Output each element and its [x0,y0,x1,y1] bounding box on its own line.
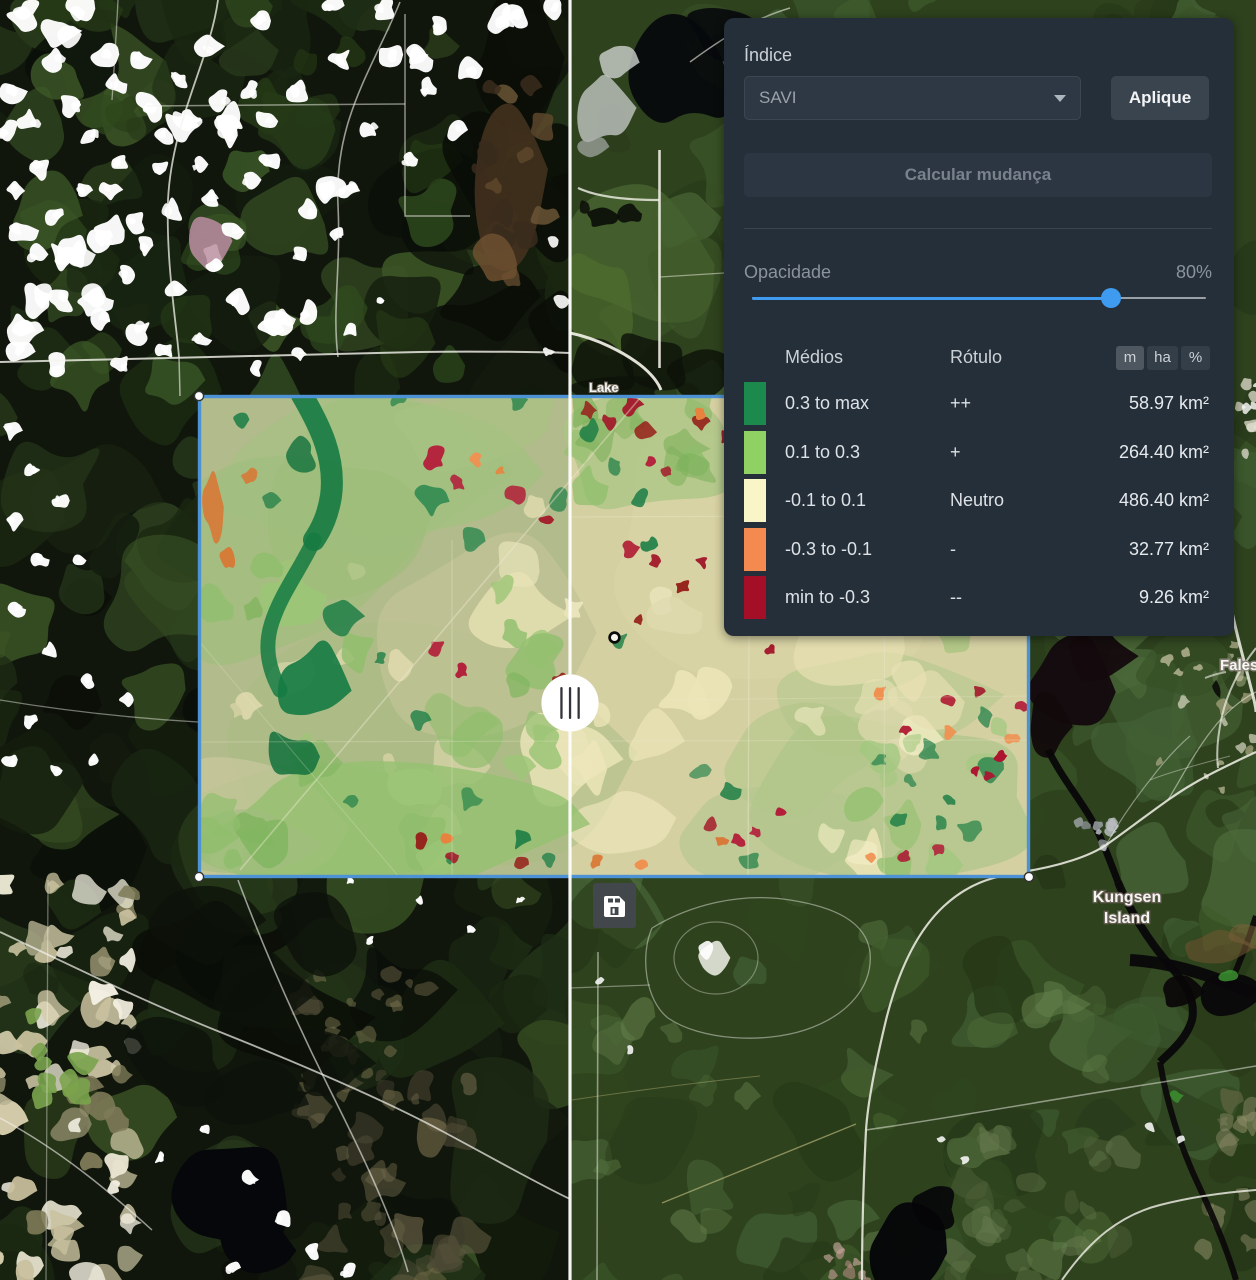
svg-text:Lake: Lake [589,380,619,395]
svg-text:Kungsen: Kungsen [1093,889,1161,906]
svg-text:Island: Island [1104,910,1150,927]
svg-text:Fales: Fales [1220,657,1256,674]
